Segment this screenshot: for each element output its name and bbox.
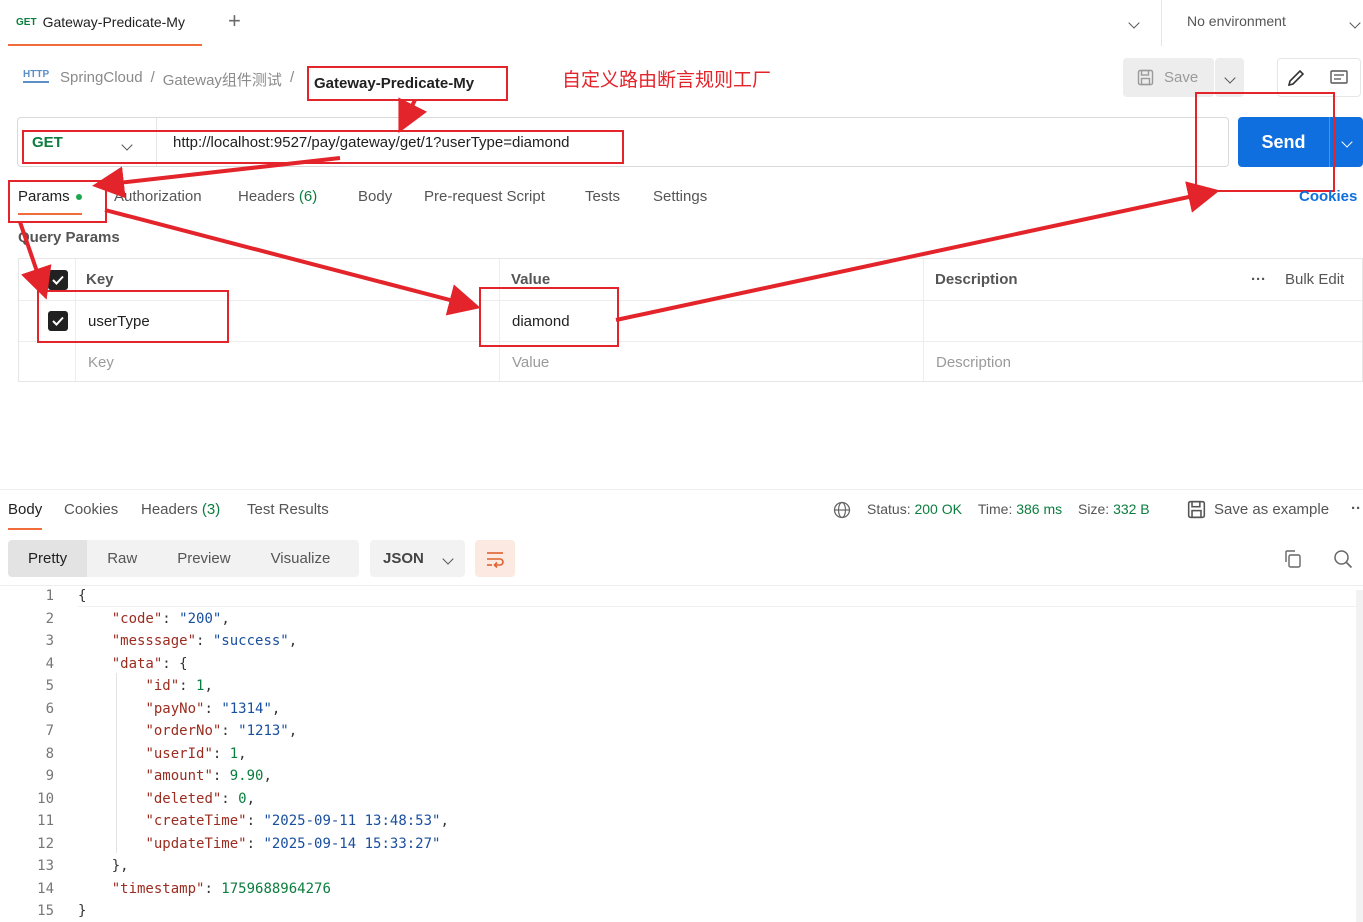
json-value: "success" [212,633,289,649]
resp-headers-label: Headers [141,501,198,518]
resp-tab-cookies[interactable]: Cookies [64,501,118,518]
json-value: "200" [179,610,222,627]
more-options-icon[interactable]: ·· [1351,500,1361,517]
time-label: Time: [977,501,1013,517]
line-number: 13 [37,858,54,874]
view-preview[interactable]: Preview [157,550,250,567]
code-scrollbar[interactable] [1356,590,1363,922]
line-number: 3 [45,633,54,649]
json-key: "orderNo" [145,723,222,739]
view-mode-segmented: Pretty Raw Preview Visualize [8,540,359,577]
view-raw[interactable]: Raw [87,550,157,567]
json-value: "1213" [238,723,289,739]
resp-tab-body[interactable]: Body [8,501,43,530]
line-number: 7 [45,723,54,739]
json-key: "createTime" [145,813,247,829]
view-pretty[interactable]: Pretty [8,540,88,577]
search-icon[interactable] [1333,549,1353,573]
line-number: 12 [37,835,54,852]
json-value: "1314" [221,700,272,717]
size-value: 332 B [1113,501,1150,517]
json-key: "deleted" [145,790,222,807]
line-number: 15 [37,903,54,919]
json-key: "timestamp" [111,880,205,897]
save-example-icon[interactable] [1187,500,1206,523]
json-value: 9.90 [229,768,264,784]
status-value: 200 OK [914,501,962,517]
response-status: Status: 200 OK Time: 386 ms Size: 332 B [867,501,1150,517]
line-number: 5 [45,678,54,694]
time-value: 386 ms [1016,501,1063,517]
format-select[interactable]: JSON [370,540,465,577]
response-body[interactable]: { "code": "200", "messsage": "success", … [78,585,449,922]
json-key: "userId" [145,745,213,762]
line-number: 8 [45,745,54,762]
json-key: "payNo" [145,700,205,717]
line-number: 2 [45,610,54,627]
format-label: JSON [383,550,424,567]
divider [0,489,1363,490]
view-visualize[interactable]: Visualize [251,550,351,567]
resp-tab-test-results[interactable]: Test Results [247,501,329,518]
json-key: "id" [145,678,180,694]
wrap-lines-icon[interactable] [475,540,515,577]
json-key: "data" [111,655,163,672]
json-value: 1 [229,745,239,762]
line-number: 1 [45,588,54,604]
line-number: 9 [45,768,54,784]
json-key: "code" [111,610,163,627]
line-number: 6 [45,700,54,717]
json-value: 0 [238,790,247,807]
size-label: Size: [1078,501,1110,517]
json-value: "2025-09-11 13:48:53" [263,813,441,829]
save-as-example-button[interactable]: Save as example [1214,501,1329,518]
resp-tab-headers[interactable]: Headers (3) [141,501,220,518]
json-value: "2025-09-14 15:33:27" [263,835,441,852]
line-number: 10 [37,790,54,807]
chevron-down-icon [442,552,454,565]
json-key: "messsage" [111,633,197,649]
json-key: "updateTime" [145,835,247,852]
resp-headers-count: (3) [201,501,221,518]
json-value: 1759688964276 [221,880,331,897]
status-label: Status: [867,501,911,517]
line-numbers: 1 2 3 4 5 6 7 8 9 10 11 12 13 14 15 [20,585,54,922]
json-key: "amount" [145,768,213,784]
globe-icon[interactable] [833,501,851,523]
line-number: 14 [37,880,54,897]
line-number: 4 [45,655,54,672]
copy-icon[interactable] [1283,549,1303,573]
line-number: 11 [37,813,54,829]
